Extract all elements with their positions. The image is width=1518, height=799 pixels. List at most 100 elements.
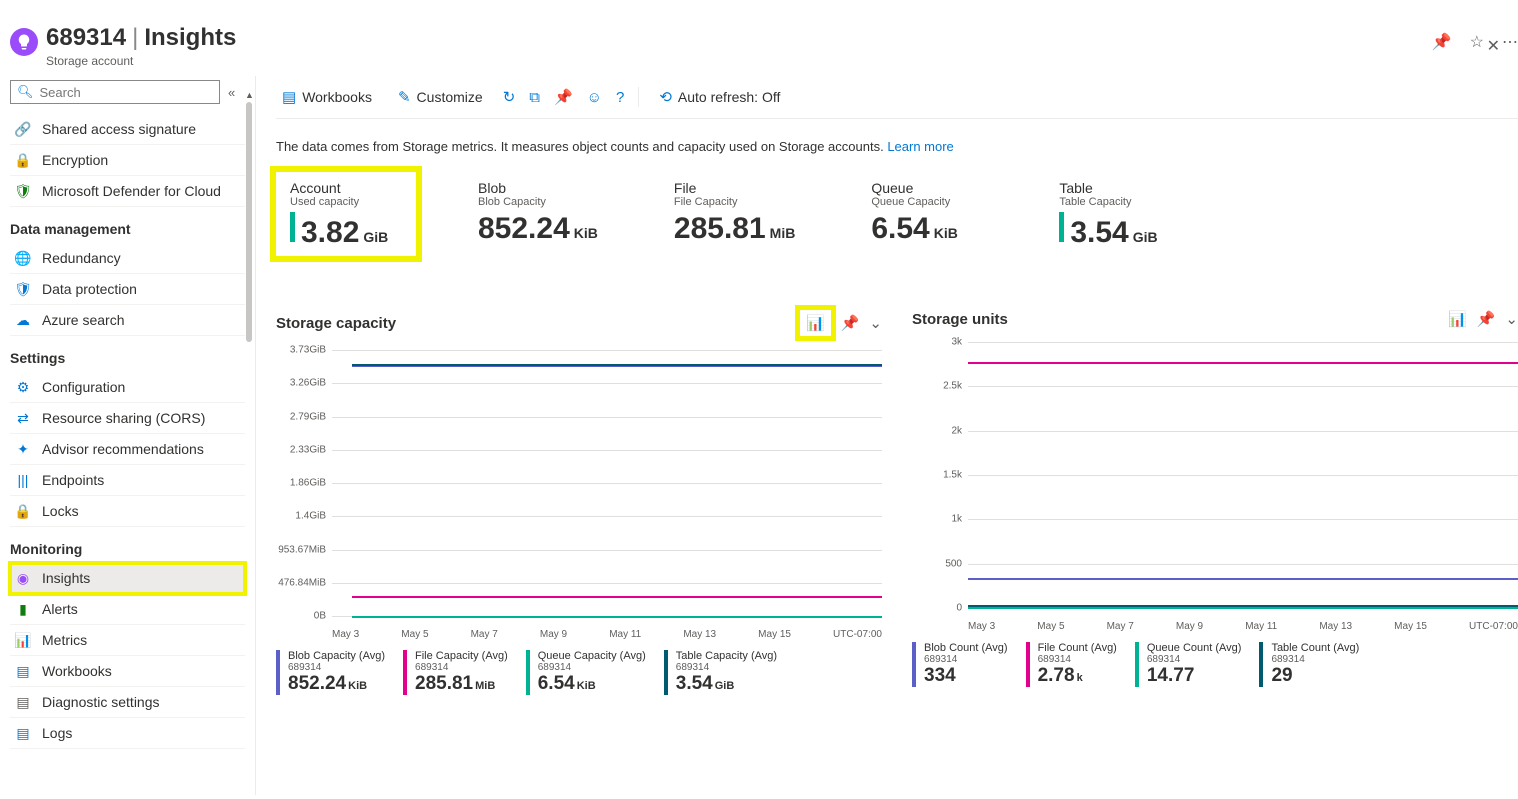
- chart-series-line: [968, 362, 1518, 364]
- sidebar-item-shared-access-signature[interactable]: 🔗Shared access signature: [10, 114, 245, 145]
- chart-series-line: [352, 596, 882, 598]
- x-tick-label: May 13: [683, 629, 716, 640]
- nav-item-icon: ▤: [14, 663, 32, 679]
- tile-subtitle: Blob Capacity: [478, 196, 598, 208]
- sidebar-item-data-protection[interactable]: 🛡Data protection: [10, 274, 245, 305]
- chart-pin-icon[interactable]: 📌: [1477, 310, 1496, 328]
- legend-item[interactable]: File Count (Avg) 689314 2.78k: [1026, 642, 1117, 687]
- nav-item-icon: 🔗: [14, 121, 32, 137]
- customize-button[interactable]: ✎Customize: [392, 84, 489, 110]
- chevron-down-icon[interactable]: ⌄: [1505, 310, 1518, 328]
- x-tick-label: May 13: [1319, 621, 1352, 632]
- scroll-up-arrow[interactable]: ▲: [245, 90, 254, 100]
- legend-name: Table Capacity (Avg): [676, 650, 777, 662]
- learn-more-link[interactable]: Learn more: [887, 139, 953, 154]
- legend-name: Blob Capacity (Avg): [288, 650, 385, 662]
- tile-unit: MiB: [770, 225, 796, 241]
- sidebar-item-azure-search[interactable]: ☁Azure search: [10, 305, 245, 336]
- tile-unit: GiB: [363, 229, 388, 245]
- legend-item[interactable]: Blob Count (Avg) 689314 334: [912, 642, 1008, 687]
- x-tick-label: May 3: [332, 629, 359, 640]
- help-icon[interactable]: ?: [616, 89, 624, 106]
- workbooks-button[interactable]: ▤Workbooks: [276, 84, 378, 110]
- chart-view-icon[interactable]: 📊: [1448, 310, 1467, 328]
- feedback-icon[interactable]: ☺: [587, 89, 602, 106]
- legend-item[interactable]: Queue Count (Avg) 689314 14.77: [1135, 642, 1242, 687]
- more-icon[interactable]: ⋯: [1502, 32, 1518, 52]
- nav-item-icon: 🔒: [14, 152, 32, 168]
- close-icon[interactable]: ✕: [1487, 36, 1500, 56]
- x-tick-label: May 5: [401, 629, 428, 640]
- pin-toolbar-icon[interactable]: 📌: [554, 88, 573, 106]
- clock-icon: ⟲: [659, 88, 672, 106]
- legend-name: Table Count (Avg): [1271, 642, 1359, 654]
- y-tick-label: 0B: [276, 611, 326, 622]
- legend-item[interactable]: File Capacity (Avg) 689314 285.81MiB: [403, 650, 508, 695]
- legend-name: File Capacity (Avg): [415, 650, 508, 662]
- nav-section-title: Monitoring: [10, 541, 245, 557]
- metric-tile-file[interactable]: File File Capacity 285.81 MiB: [660, 172, 809, 256]
- collapse-sidebar-icon[interactable]: «: [228, 85, 235, 100]
- search-box[interactable]: 🔍︎: [10, 80, 220, 104]
- chart-pin-icon[interactable]: 📌: [841, 314, 860, 332]
- sidebar-item-logs[interactable]: ▤Logs: [10, 718, 245, 749]
- legend-item[interactable]: Table Count (Avg) 689314 29: [1259, 642, 1359, 687]
- chart-view-icon[interactable]: 📊: [800, 310, 831, 336]
- metric-tile-queue[interactable]: Queue Queue Capacity 6.54 KiB: [857, 172, 997, 256]
- search-input[interactable]: [40, 85, 213, 100]
- tile-title: Blob: [478, 180, 598, 196]
- sidebar-item-label: Advisor recommendations: [42, 441, 204, 457]
- sidebar-item-resource-sharing-cors-[interactable]: ⇄Resource sharing (CORS): [10, 403, 245, 434]
- chevron-down-icon[interactable]: ⌄: [869, 314, 882, 332]
- sidebar-item-insights[interactable]: ◉Insights: [10, 563, 245, 594]
- sidebar-item-label: Resource sharing (CORS): [42, 410, 205, 426]
- main-content: ▤Workbooks ✎Customize ↻ ⧉ 📌 ☺ ? ⟲Auto re…: [256, 76, 1518, 795]
- x-tick-label: May 11: [1245, 621, 1277, 632]
- legend-item[interactable]: Queue Capacity (Avg) 689314 6.54KiB: [526, 650, 646, 695]
- workbooks-icon: ▤: [282, 88, 296, 106]
- sidebar-item-diagnostic-settings[interactable]: ▤Diagnostic settings: [10, 687, 245, 718]
- autorefresh-button[interactable]: ⟲Auto refresh: Off: [653, 84, 786, 110]
- metric-tile-table[interactable]: Table Table Capacity 3.54 GiB: [1045, 172, 1185, 256]
- sidebar-item-metrics[interactable]: 📊Metrics: [10, 625, 245, 656]
- sidebar-item-alerts[interactable]: ▮Alerts: [10, 594, 245, 625]
- sidebar-item-workbooks[interactable]: ▤Workbooks: [10, 656, 245, 687]
- sidebar-item-label: Metrics: [42, 632, 87, 648]
- x-tick-label: May 9: [540, 629, 567, 640]
- legend-item[interactable]: Blob Capacity (Avg) 689314 852.24KiB: [276, 650, 385, 695]
- sidebar-scrollbar[interactable]: [246, 102, 252, 342]
- toolbar: ▤Workbooks ✎Customize ↻ ⧉ 📌 ☺ ? ⟲Auto re…: [276, 76, 1518, 119]
- tile-title: Account: [290, 180, 402, 196]
- sidebar-item-advisor-recommendations[interactable]: ✦Advisor recommendations: [10, 434, 245, 465]
- legend-value: 334: [924, 665, 1008, 687]
- sidebar-item-endpoints[interactable]: |||Endpoints: [10, 465, 245, 496]
- y-tick-label: 500: [912, 558, 962, 569]
- chart-legend: Blob Count (Avg) 689314 334 File Count (…: [912, 642, 1518, 687]
- x-tick-label: May 15: [758, 629, 791, 640]
- metric-tile-account[interactable]: Account Used capacity 3.82 GiB: [276, 172, 416, 256]
- pin-icon[interactable]: 📌: [1432, 32, 1452, 52]
- sidebar-item-label: Redundancy: [42, 250, 121, 266]
- notify-icon[interactable]: ⧉: [529, 89, 540, 106]
- nav-section-title: Settings: [10, 350, 245, 366]
- sidebar-item-microsoft-defender-for-cloud[interactable]: 🛡Microsoft Defender for Cloud: [10, 176, 245, 207]
- metric-tile-blob[interactable]: Blob Blob Capacity 852.24 KiB: [464, 172, 612, 256]
- sidebar-item-encryption[interactable]: 🔒Encryption: [10, 145, 245, 176]
- tile-unit: GiB: [1133, 229, 1158, 245]
- sidebar-item-redundancy[interactable]: 🌐Redundancy: [10, 243, 245, 274]
- chart-body[interactable]: 0B476.84MiB953.67MiB1.4GiB1.86GiB2.33GiB…: [276, 350, 882, 640]
- resource-icon: [10, 28, 38, 56]
- legend-item[interactable]: Table Capacity (Avg) 689314 3.54GiB: [664, 650, 777, 695]
- chart-body[interactable]: 05001k1.5k2k2.5k3k May 3May 5May 7May 9M…: [912, 342, 1518, 632]
- refresh-icon[interactable]: ↻: [503, 88, 516, 106]
- legend-value: 285.81MiB: [415, 673, 508, 695]
- sidebar-item-configuration[interactable]: ⚙Configuration: [10, 372, 245, 403]
- legend-name: Queue Count (Avg): [1147, 642, 1242, 654]
- y-tick-label: 1.4GiB: [276, 511, 326, 522]
- y-tick-label: 1k: [912, 514, 962, 525]
- y-tick-label: 1.86GiB: [276, 478, 326, 489]
- legend-source: 689314: [288, 662, 385, 673]
- sidebar-item-locks[interactable]: 🔒Locks: [10, 496, 245, 527]
- nav-section-title: Data management: [10, 221, 245, 237]
- favorite-icon[interactable]: ☆: [1470, 32, 1484, 52]
